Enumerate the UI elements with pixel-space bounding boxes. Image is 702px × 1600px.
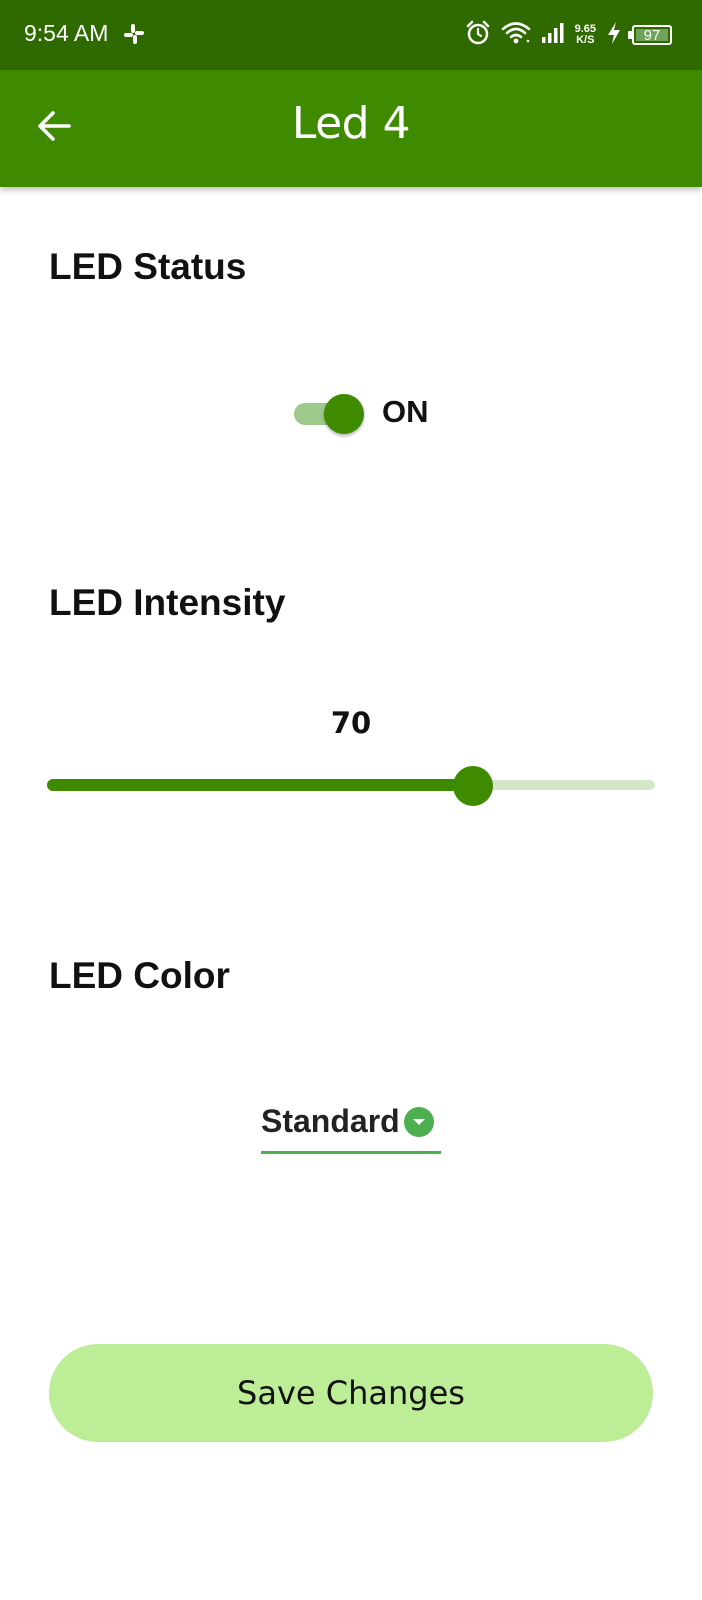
led-color-heading: LED Color (49, 955, 230, 996)
led-status-toggle[interactable] (292, 392, 364, 434)
save-changes-button[interactable]: Save Changes (49, 1344, 653, 1442)
toggle-label: ON (382, 394, 429, 429)
battery-level: 97 (643, 26, 661, 44)
intensity-value: 70 (330, 706, 372, 740)
led-color-dropdown[interactable]: Standard (261, 1100, 441, 1154)
charging-icon (606, 21, 622, 50)
speed-unit: K/S (576, 34, 595, 46)
signal-icon (541, 22, 565, 49)
network-speed: 9.65 K/S (575, 24, 596, 46)
status-time: 9:54 AM (24, 20, 109, 46)
app-bar: Led 4 (0, 70, 702, 187)
toggle-thumb (324, 394, 364, 434)
wifi-icon (501, 21, 531, 50)
slider-fill (47, 779, 473, 791)
slack-icon (123, 23, 145, 45)
save-button-label: Save Changes (237, 1374, 465, 1412)
slider-thumb[interactable] (453, 766, 493, 806)
alarm-icon (465, 20, 491, 51)
chevron-down-icon (403, 1106, 434, 1137)
status-icons: 9.65 K/S 97 (465, 18, 672, 52)
battery-icon: 97 (628, 25, 672, 45)
dropdown-selected-value: Standard (261, 1103, 400, 1139)
led-status-heading: LED Status (49, 246, 247, 287)
status-bar: 9:54 AM 9.65 K/S 97 (0, 0, 702, 70)
intensity-slider[interactable] (47, 766, 655, 806)
page-title: Led 4 (291, 98, 411, 149)
led-intensity-heading: LED Intensity (49, 582, 286, 623)
led-status-row: ON (292, 392, 429, 434)
